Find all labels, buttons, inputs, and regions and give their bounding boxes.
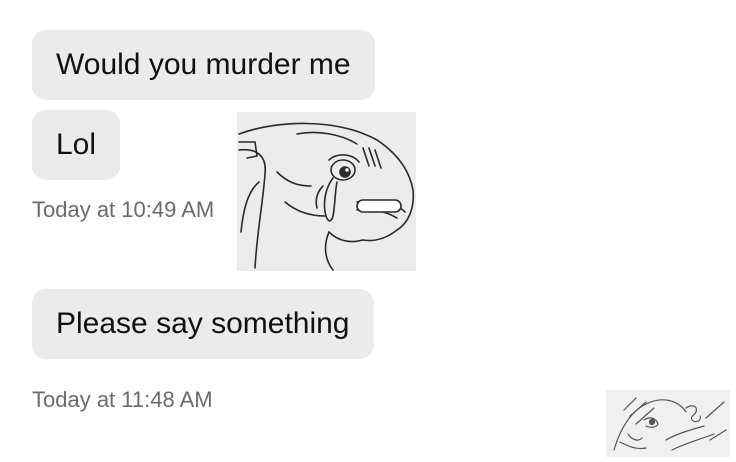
message-text: Would you murder me	[56, 48, 351, 81]
message-text: Lol	[56, 128, 97, 161]
message-bubble[interactable]: Lol	[32, 110, 121, 180]
message-bubble[interactable]: Would you murder me	[32, 30, 375, 100]
message-text: Please say something	[56, 307, 350, 340]
crying-creature-drawing	[237, 112, 416, 271]
message-timestamp: Today at 11:48 AM	[32, 387, 213, 412]
crying-creature-sticker-icon[interactable]	[237, 112, 416, 271]
sketch-face-sticker-icon[interactable]	[606, 390, 730, 457]
sketch-face-drawing	[606, 390, 730, 457]
message-bubble[interactable]: Please say something	[32, 289, 374, 359]
message-timestamp: Today at 10:49 AM	[32, 197, 215, 222]
